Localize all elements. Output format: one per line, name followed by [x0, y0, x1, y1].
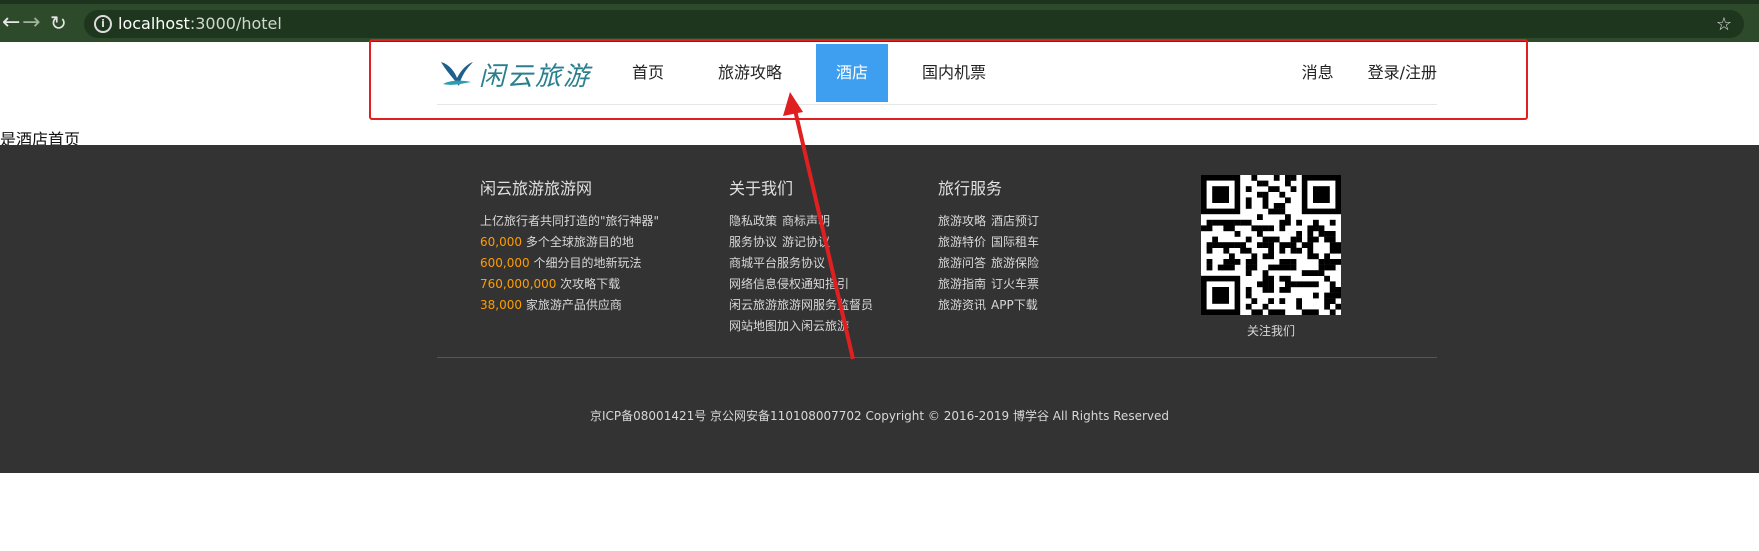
footer-col3-title: 旅行服务	[938, 179, 1003, 198]
qr-code	[1201, 175, 1342, 316]
footer-link[interactable]: 订火车票	[991, 277, 1039, 291]
footer-divider	[437, 357, 1437, 358]
footer-link[interactable]: 服务协议	[729, 235, 777, 249]
footer-link[interactable]: 隐私政策	[729, 214, 777, 228]
reload-icon[interactable]: ↻	[50, 10, 67, 36]
copyright-text: 京ICP备08001421号 京公网安备110108007702 Copyrig…	[590, 409, 1169, 423]
url-text[interactable]: localhost:3000/hotel	[118, 14, 282, 33]
footer-link[interactable]: 网站地图加入闲云旅游	[729, 319, 849, 333]
footer-link[interactable]: 游记协议	[782, 235, 830, 249]
footer-link[interactable]: 酒店预订	[991, 214, 1039, 228]
footer-link[interactable]: APP下载	[991, 298, 1038, 312]
footer-link[interactable]: 闲云旅游旅游网服务监督员	[729, 298, 873, 312]
footer-link[interactable]: 商城平台服务协议	[729, 256, 825, 270]
footer-stat: 600,000 个细分目的地新玩法	[480, 256, 642, 270]
footer-stat: 760,000,000 次攻略下载	[480, 277, 621, 291]
footer-link[interactable]: 旅游资讯	[938, 298, 986, 312]
qr-code-image	[1201, 175, 1342, 316]
qr-label: 关注我们	[1246, 324, 1295, 338]
footer-stat: 38,000 家旅游产品供应商	[480, 298, 622, 312]
footer-col-about-site: 闲云旅游旅游网 上亿旅行者共同打造的"旅行神器" 60,000 多个全球旅游目的…	[480, 175, 659, 316]
info-icon[interactable]: i	[94, 15, 112, 33]
footer-col-about-us: 关于我们 隐私政策 商标声明 服务协议 游记协议 商城平台服务协议 网络信息侵权通知…	[729, 175, 878, 337]
bookmark-star-icon[interactable]: ☆	[1716, 14, 1732, 35]
footer-col2-title: 关于我们	[729, 179, 794, 198]
footer-link[interactable]: 旅游保险	[991, 256, 1039, 270]
footer-link[interactable]: 旅游问答	[938, 256, 986, 270]
footer-col-travel-services: 旅行服务 旅游攻略 酒店预订 旅游特价 国际租车 旅游问答 旅游保险 旅游指南 订火车票…	[938, 175, 1044, 316]
browser-toolbar: ← → ↻ i localhost:3000/hotel ☆	[0, 0, 1759, 42]
annotation-highlight-box	[369, 39, 1528, 120]
forward-icon[interactable]: →	[22, 10, 40, 36]
site-footer: 闲云旅游旅游网 上亿旅行者共同打造的"旅行神器" 60,000 多个全球旅游目的…	[0, 145, 1759, 473]
footer-link[interactable]: 旅游攻略	[938, 214, 986, 228]
footer-link[interactable]: 网络信息侵权通知指引	[729, 277, 849, 291]
footer-link[interactable]: 国际租车	[991, 235, 1039, 249]
footer-col1-title: 闲云旅游旅游网	[480, 179, 593, 198]
footer-link[interactable]: 旅游指南	[938, 277, 986, 291]
footer-intro: 上亿旅行者共同打造的"旅行神器"	[480, 214, 660, 228]
address-bar[interactable]: i localhost:3000/hotel ☆	[84, 10, 1744, 38]
footer-link[interactable]: 旅游特价	[938, 235, 986, 249]
footer-link[interactable]: 商标声明	[782, 214, 830, 228]
back-icon[interactable]: ←	[2, 10, 20, 36]
footer-stat: 60,000 多个全球旅游目的地	[480, 235, 634, 249]
